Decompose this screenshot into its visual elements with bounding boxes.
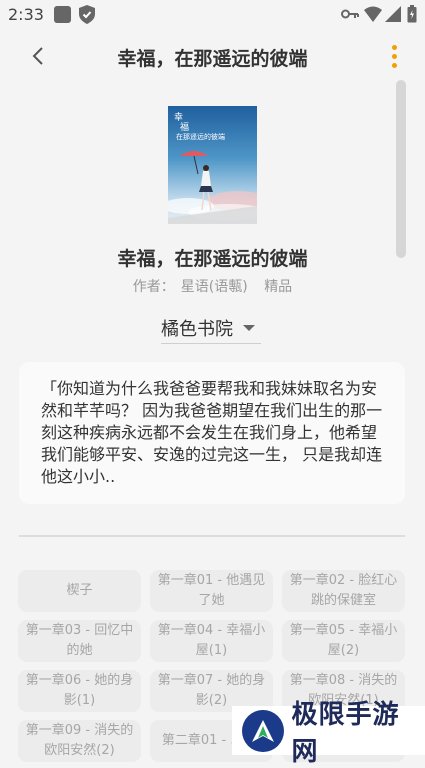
book-intro[interactable]: 「你知道为什么我爸爸要帮我和我妹妹取名为安然和芊芊吗？ 因为我爸爸期望在我们出生…	[19, 362, 405, 504]
source-name: 橘色书院	[161, 319, 233, 340]
watermark-text: 极限手游网	[291, 699, 400, 767]
watermark: 极限手游网	[232, 700, 425, 767]
dropdown-caret-icon	[243, 325, 255, 331]
status-time: 2:33	[8, 5, 44, 24]
svg-text:福: 福	[180, 121, 189, 133]
status-bar: 2:33	[0, 0, 425, 30]
book-title: 幸福，在那遥远的彼端	[117, 248, 308, 270]
chapter-item[interactable]: 第一章01 - 他遇见了她	[150, 570, 273, 612]
chapter-item[interactable]: 第一章04 - 幸福小屋(1)	[150, 620, 273, 662]
chapter-item[interactable]: 第一章06 - 她的身影(1)	[18, 670, 141, 712]
more-dot-icon	[391, 53, 397, 59]
notification-icon	[54, 6, 71, 23]
chapter-item[interactable]: 第一章02 - 脸红心跳的保健室	[282, 570, 405, 612]
source-selector[interactable]: 橘色书院	[161, 313, 261, 344]
book-meta: 作者： 星语(语甎) 精品	[0, 276, 425, 296]
watermark-logo-icon	[242, 709, 284, 752]
svg-text:幸: 幸	[174, 112, 183, 123]
chapter-item[interactable]: 第一章05 - 幸福小屋(2)	[282, 620, 405, 662]
book-cover-image: 幸 福 在那遥远的彼端	[168, 106, 257, 224]
book-tag: 精品	[264, 279, 293, 295]
author-label: 作者：	[132, 279, 175, 295]
author-name: 星语(语甎)	[180, 279, 248, 295]
book-cover[interactable]: 幸 福 在那遥远的彼端	[168, 106, 257, 224]
vpn-key-icon	[341, 9, 359, 19]
chapter-item[interactable]: 楔子	[18, 570, 141, 612]
chapter-item[interactable]: 第一章09 - 消失的欧阳安然(2)	[18, 720, 141, 762]
signal-icon	[385, 6, 401, 22]
scrollbar[interactable]	[396, 80, 406, 258]
top-bar: 幸福，在那遥远的彼端	[0, 36, 425, 76]
wifi-icon	[364, 6, 382, 22]
more-options-button[interactable]	[384, 42, 404, 70]
page-title: 幸福，在那遥远的彼端	[117, 48, 308, 70]
more-dot-icon	[391, 62, 397, 68]
divider	[19, 535, 405, 537]
chapter-item[interactable]: 第一章03 - 回忆中的她	[18, 620, 141, 662]
shield-icon	[79, 5, 95, 24]
watermark-logo-mark	[251, 719, 274, 742]
svg-text:在那遥远的彼端: 在那遥远的彼端	[176, 132, 225, 141]
more-dot-icon	[391, 44, 397, 50]
battery-icon	[407, 5, 417, 23]
